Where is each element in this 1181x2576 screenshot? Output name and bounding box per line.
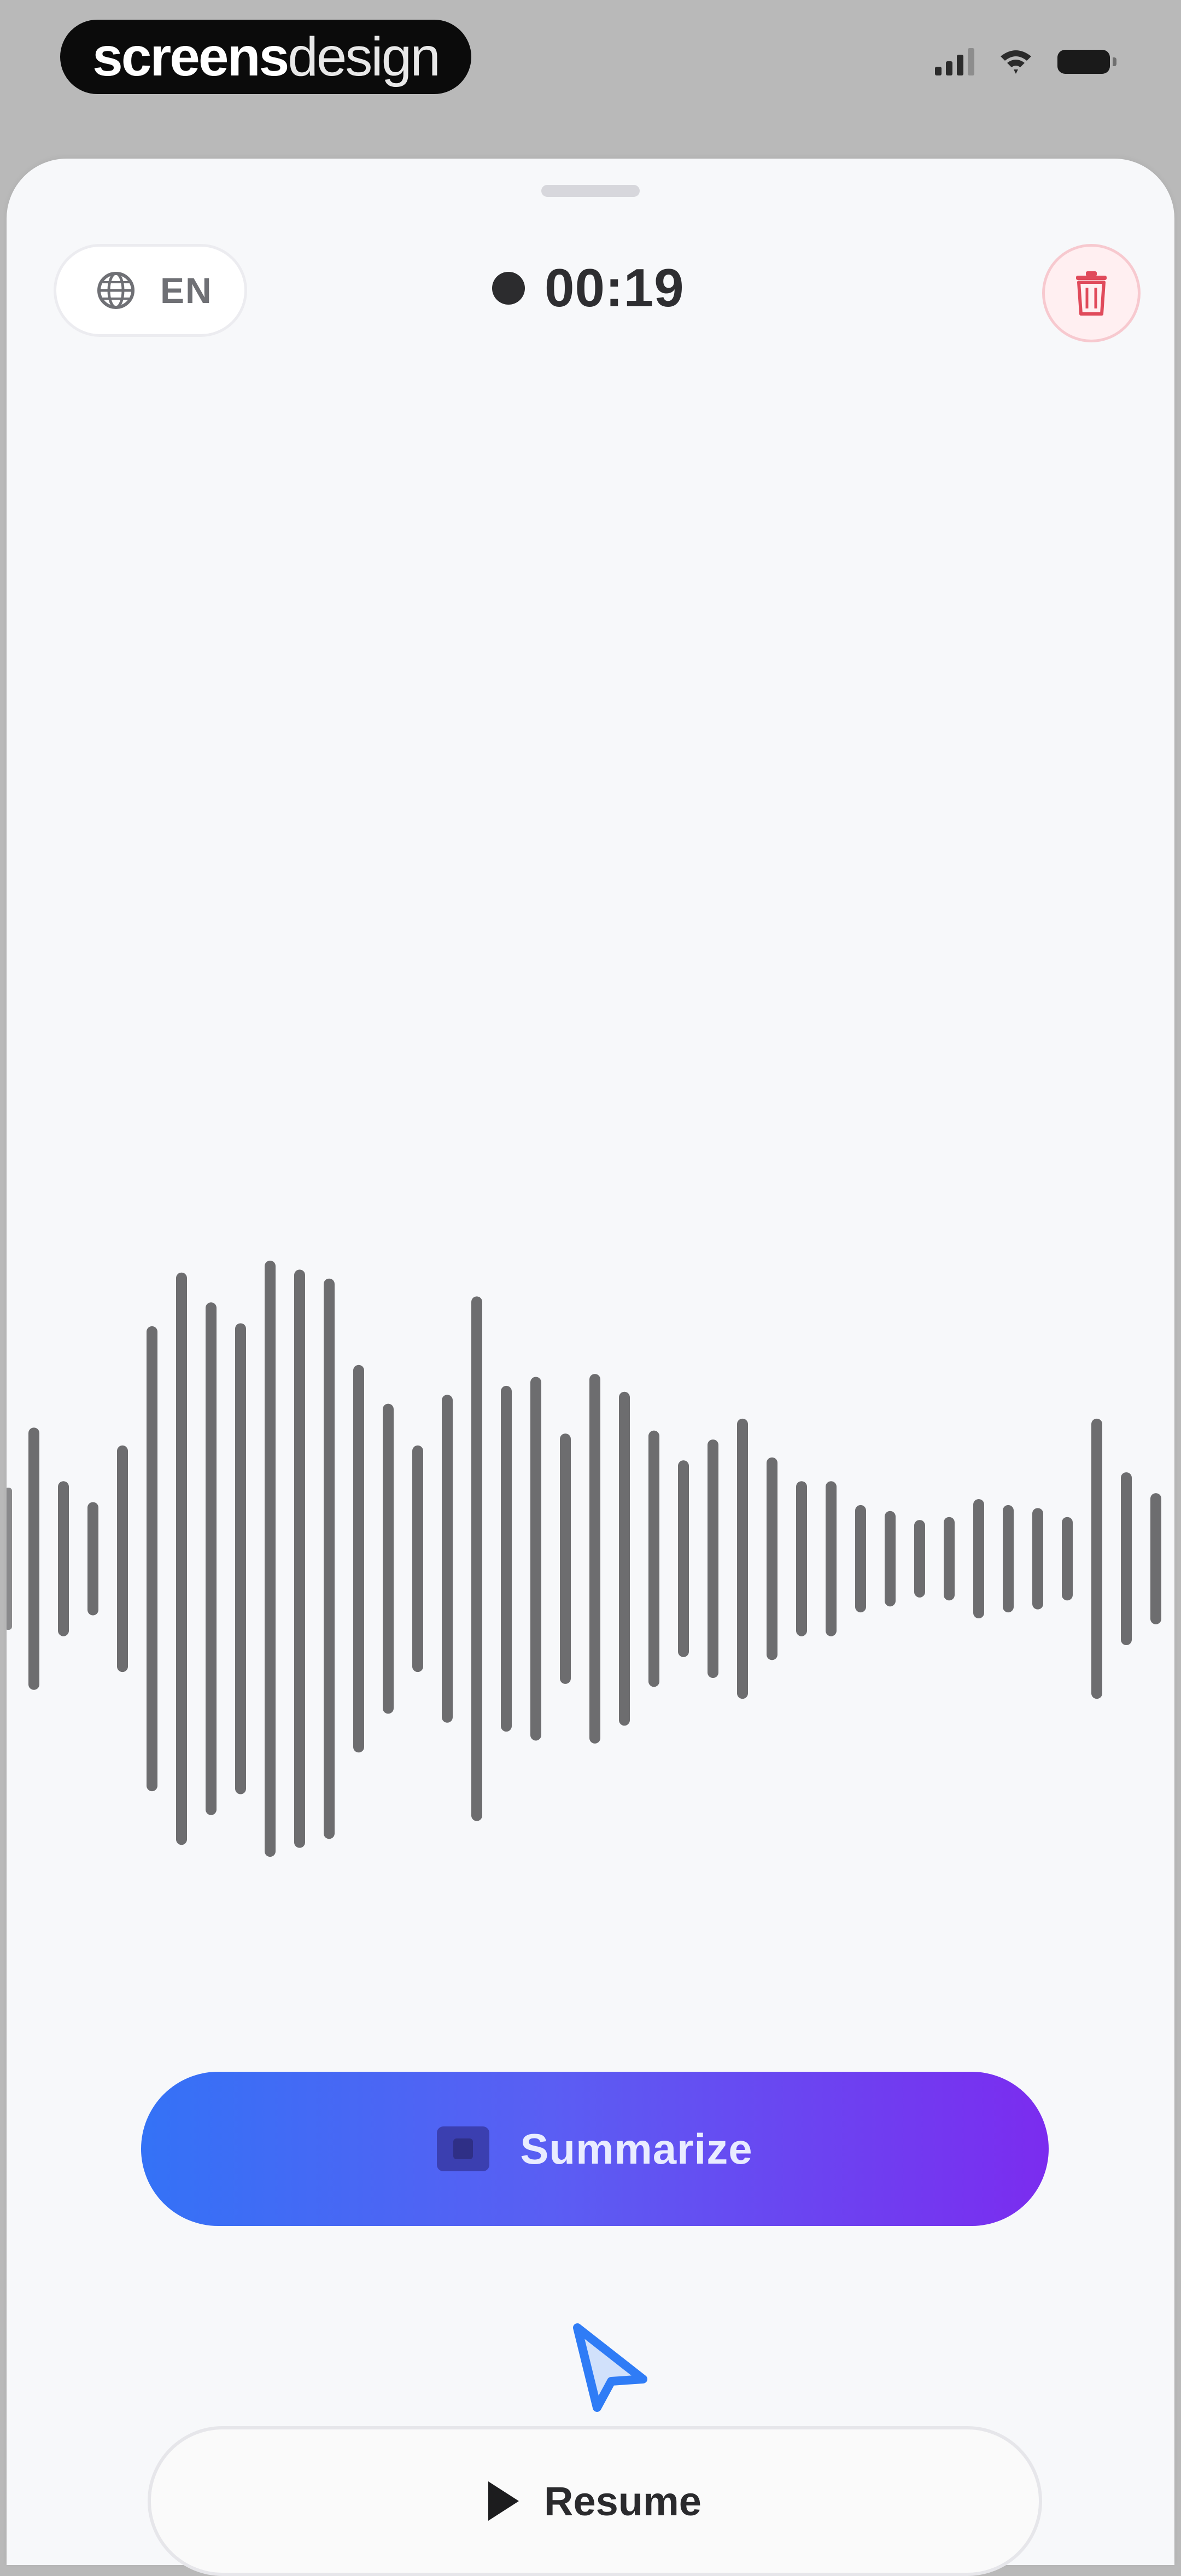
waveform-bar	[885, 1511, 896, 1607]
waveform-bar	[973, 1499, 984, 1618]
waveform-bar	[294, 1269, 305, 1848]
language-button[interactable]: EN	[54, 244, 247, 337]
waveform-bar	[58, 1481, 69, 1636]
waveform-bar	[265, 1261, 276, 1857]
waveform-bar	[560, 1433, 571, 1684]
waveform-bar	[944, 1517, 955, 1601]
audio-waveform	[7, 1261, 1161, 1857]
recording-dot-icon	[492, 271, 525, 305]
waveform-bar	[767, 1457, 777, 1660]
waveform-bar	[87, 1502, 98, 1616]
waveform-bar	[383, 1403, 394, 1714]
trash-icon	[1076, 271, 1107, 316]
play-icon	[488, 2481, 519, 2521]
waveform-bar	[1003, 1505, 1014, 1613]
waveform-bar	[206, 1302, 217, 1815]
waveform-bar	[826, 1481, 837, 1636]
cellular-signal-icon	[935, 48, 974, 75]
recording-timer: 00:19	[492, 257, 685, 319]
recording-sheet: EN 00:19 Summarize Resume	[7, 159, 1174, 2576]
waveform-bar	[589, 1374, 600, 1744]
waveform-bar	[855, 1505, 866, 1613]
waveform-bar	[7, 1488, 12, 1630]
waveform-bar	[176, 1272, 187, 1845]
language-label: EN	[160, 270, 213, 311]
pointer-cursor-icon	[573, 2323, 647, 2412]
waveform-bar	[147, 1326, 157, 1792]
status-icons	[935, 48, 1116, 75]
waveform-bar	[1150, 1493, 1161, 1624]
waveform-bar	[235, 1323, 246, 1794]
waveform-bar	[471, 1296, 482, 1821]
sheet-grabber[interactable]	[541, 185, 640, 197]
waveform-bar	[442, 1395, 453, 1723]
waveform-bar	[501, 1385, 512, 1732]
wifi-icon	[1001, 50, 1031, 74]
waveform-bar	[412, 1445, 423, 1672]
waveform-bar	[737, 1418, 748, 1699]
battery-icon	[1057, 50, 1116, 74]
waveform-bar	[1121, 1472, 1132, 1646]
summarize-button[interactable]: Summarize	[141, 2072, 1049, 2226]
waveform-bar	[678, 1460, 689, 1657]
waveform-bar	[648, 1430, 659, 1687]
waveform-bar	[324, 1278, 335, 1839]
waveform-bar	[353, 1365, 364, 1753]
status-bar: screensdesign	[0, 0, 1181, 159]
delete-recording-button[interactable]	[1042, 244, 1141, 342]
waveform-bar	[1062, 1517, 1073, 1601]
resume-button-label: Resume	[544, 2478, 701, 2524]
elapsed-time: 00:19	[545, 258, 685, 318]
waveform-bar	[117, 1445, 128, 1672]
waveform-bar	[28, 1427, 39, 1690]
waveform-bar	[619, 1391, 630, 1726]
waveform-bar	[914, 1520, 925, 1598]
brand-logo: screensdesign	[60, 20, 471, 94]
waveform-bar	[708, 1439, 718, 1678]
summarize-button-label: Summarize	[520, 2124, 753, 2173]
resume-button[interactable]: Resume	[148, 2426, 1042, 2576]
summary-icon	[437, 2126, 490, 2171]
waveform-bar	[1091, 1418, 1102, 1699]
brand-logo-text: screensdesign	[92, 26, 441, 88]
waveform-bar	[796, 1481, 807, 1636]
waveform-bar	[530, 1377, 541, 1741]
waveform-bar	[1032, 1508, 1043, 1610]
globe-icon	[97, 272, 135, 309]
